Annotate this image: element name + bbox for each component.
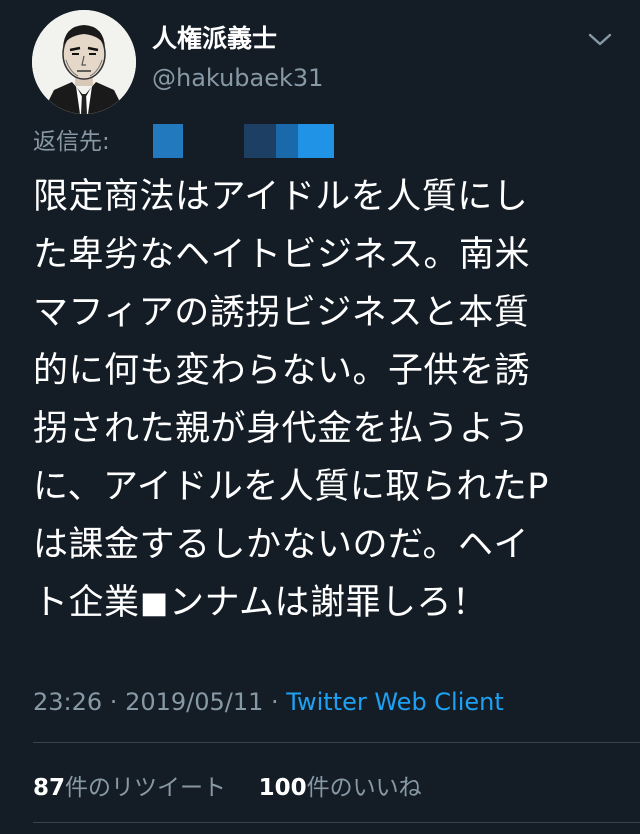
chevron-down-icon[interactable]: [586, 30, 614, 50]
tweet-date: 2019/05/11: [125, 688, 264, 716]
avatar-illustration-icon: [32, 10, 136, 114]
author-handle[interactable]: @hakubaek31: [152, 64, 323, 93]
retweets-stat[interactable]: 87件のリツイート: [33, 775, 226, 801]
reply-to-label: 返信先:: [33, 129, 110, 155]
like-label: 件のいいね: [306, 775, 422, 801]
tweet-text: 限定商法はアイドルを人質にし た卑劣なヘイトビジネス。南米 マフィアの誘拐ビジネ…: [33, 177, 549, 623]
likes-stat[interactable]: 100件のいいね: [259, 775, 422, 801]
retweet-label: 件のリツイート: [65, 775, 227, 801]
tweet-meta: 23:26 · 2019/05/11 · Twitter Web Client: [33, 688, 504, 716]
retweet-count: 87: [33, 775, 66, 801]
tweet-client-link[interactable]: Twitter Web Client: [286, 688, 504, 716]
meta-separator: ·: [102, 688, 126, 716]
reply-to-row: 返信先:: [33, 120, 110, 158]
redacted-mention-1: [153, 124, 183, 158]
divider: [33, 822, 640, 823]
divider: [33, 742, 640, 743]
redacted-mention-2: [244, 124, 334, 158]
like-count: 100: [258, 775, 307, 801]
author-avatar[interactable]: [32, 10, 136, 114]
meta-separator: ·: [263, 688, 287, 716]
tweet-time: 23:26: [33, 688, 103, 716]
tweet-stats: 87件のリツイート 100件のいいね: [33, 768, 422, 802]
author-display-name[interactable]: 人権派義士: [152, 24, 277, 54]
